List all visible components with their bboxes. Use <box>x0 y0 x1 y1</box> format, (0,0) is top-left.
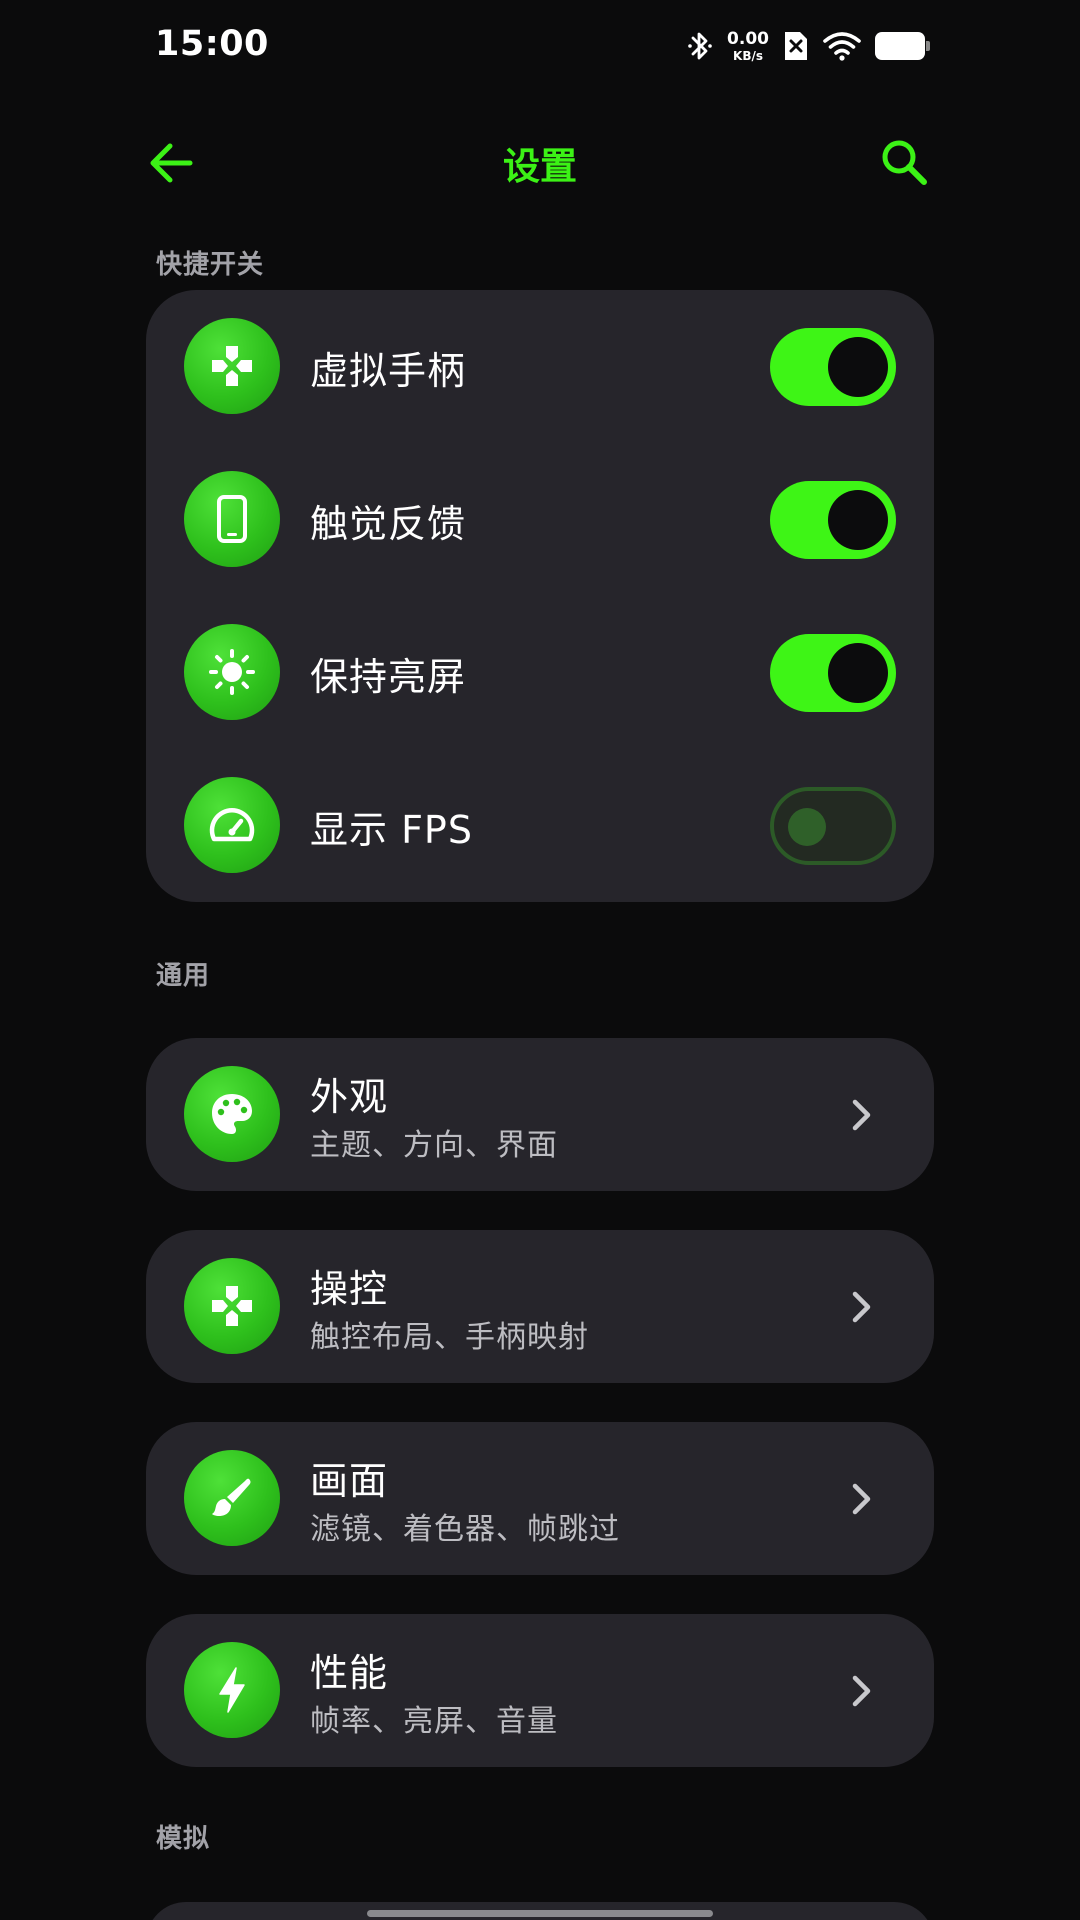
nav-item-title: 外观 <box>310 1075 389 1119</box>
bluetooth-icon <box>688 32 712 60</box>
nav-item-title: 操控 <box>310 1267 389 1311</box>
toggle-label: 保持亮屏 <box>310 655 467 699</box>
net-speed-unit: KB/s <box>733 48 764 63</box>
nav-item-subtitle: 滤镜、着色器、帧跳过 <box>310 1512 620 1547</box>
toggle-knob <box>828 643 888 703</box>
settings-screen: 15:00 0.00 KB/s 设置 快捷开关 虚拟手柄 触觉反馈 保持亮屏 显… <box>0 0 1080 1920</box>
wifi-icon <box>823 32 861 61</box>
search-icon[interactable] <box>880 138 928 186</box>
gamepad-icon <box>184 318 280 414</box>
home-indicator[interactable] <box>367 1910 713 1917</box>
brightness-icon <box>184 624 280 720</box>
toggle-label: 触觉反馈 <box>310 502 467 546</box>
speedometer-icon <box>184 777 280 873</box>
gamepad-icon <box>184 1258 280 1354</box>
nav-item-performance[interactable]: 性能 帧率、亮屏、音量 <box>146 1614 934 1767</box>
brush-icon <box>184 1450 280 1546</box>
chevron-right-icon <box>852 1675 871 1707</box>
section-header-emulation: 模拟 <box>156 1824 211 1854</box>
quick-toggle-virtual-gamepad[interactable]: 虚拟手柄 <box>146 290 934 443</box>
quick-toggle-keep-screen-on[interactable]: 保持亮屏 <box>146 596 934 749</box>
toggle-switch[interactable] <box>770 328 896 406</box>
nav-item-subtitle: 主题、方向、界面 <box>310 1128 558 1163</box>
toggle-switch[interactable] <box>770 787 896 865</box>
lightning-icon <box>184 1642 280 1738</box>
battery-icon <box>875 32 930 60</box>
nav-item-appearance[interactable]: 外观 主题、方向、界面 <box>146 1038 934 1191</box>
net-speed-value: 0.00 <box>727 28 769 49</box>
nav-item-subtitle: 帧率、亮屏、音量 <box>310 1704 558 1739</box>
chevron-right-icon <box>852 1291 871 1323</box>
palette-icon <box>184 1066 280 1162</box>
toggle-label: 虚拟手柄 <box>310 349 467 393</box>
phone-icon <box>184 471 280 567</box>
chevron-right-icon <box>852 1483 871 1515</box>
top-app-bar: 设置 <box>0 110 1080 215</box>
nav-item-display[interactable]: 画面 滤镜、着色器、帧跳过 <box>146 1422 934 1575</box>
toggle-knob <box>828 337 888 397</box>
nav-item-title: 性能 <box>310 1651 389 1695</box>
net-speed: 0.00 KB/s <box>727 28 769 63</box>
toggle-switch[interactable] <box>770 481 896 559</box>
quick-toggle-show-fps[interactable]: 显示 FPS <box>146 749 934 902</box>
section-header-general: 通用 <box>156 961 211 991</box>
nav-item-controls[interactable]: 操控 触控布局、手柄映射 <box>146 1230 934 1383</box>
quick-toggles-card: 虚拟手柄 触觉反馈 保持亮屏 显示 FPS <box>146 290 934 902</box>
chevron-right-icon <box>852 1099 871 1131</box>
nav-item-subtitle: 触控布局、手柄映射 <box>310 1320 589 1355</box>
toggle-knob <box>828 490 888 550</box>
status-bar: 15:00 0.00 KB/s <box>0 0 1080 92</box>
status-time: 15:00 <box>155 24 269 64</box>
toggle-label: 显示 FPS <box>310 808 473 852</box>
section-header-quick: 快捷开关 <box>156 250 265 280</box>
toggle-knob <box>788 808 826 846</box>
sim-disabled-icon <box>785 32 807 60</box>
nav-item-title: 画面 <box>310 1459 389 1503</box>
toggle-switch[interactable] <box>770 634 896 712</box>
quick-toggle-haptic-feedback[interactable]: 触觉反馈 <box>146 443 934 596</box>
status-icons: 0.00 KB/s <box>687 26 930 66</box>
